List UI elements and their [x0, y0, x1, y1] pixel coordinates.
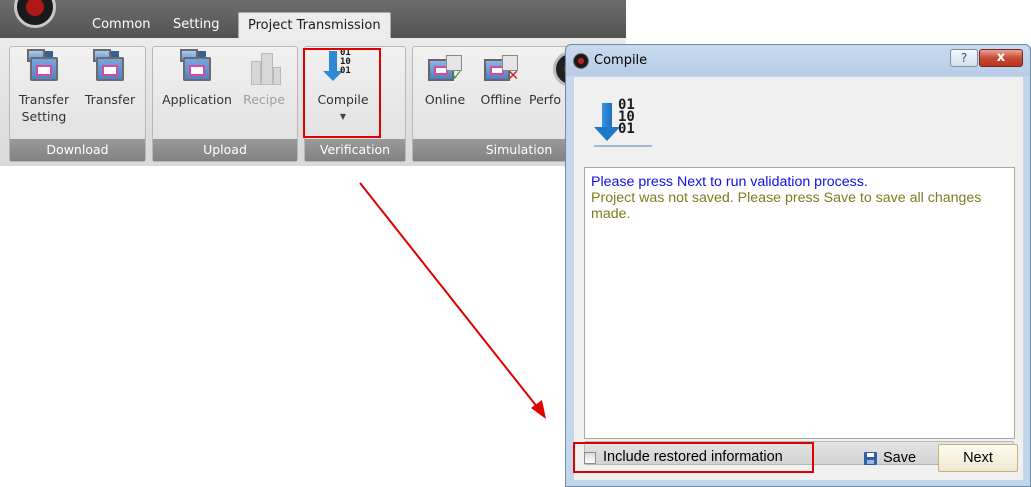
group-download-label: Download	[10, 139, 145, 161]
online-simulation-button[interactable]: ✓ Online	[419, 49, 471, 108]
dialog-client-area: 01 10 01 Please press Next to run valida…	[574, 77, 1023, 480]
transfer-label: Transfer	[84, 92, 136, 107]
compile-large-icon: 01 10 01	[594, 97, 654, 149]
online-label: Online	[424, 92, 466, 107]
include-restored-option[interactable]: Include restored information	[576, 445, 811, 473]
compile-icon-bits: 01 10 01	[340, 48, 351, 76]
recipe-label: Recipe	[243, 92, 285, 107]
transfer-setting-icon	[27, 49, 61, 85]
compile-label: Compile	[317, 92, 369, 107]
include-restored-checkbox[interactable]	[584, 452, 596, 464]
help-button[interactable]: ?	[950, 49, 978, 67]
compile-button[interactable]: 01 10 01 Compile ▼	[311, 49, 375, 122]
performance-label: Perfo	[529, 92, 561, 107]
group-verification: 01 10 01 Compile ▼ Verification	[304, 46, 406, 162]
offline-label: Offline	[480, 92, 522, 107]
include-restored-label[interactable]: Include restored information	[603, 449, 783, 465]
ribbon: Common Setting Project Transmission Tran…	[0, 0, 626, 166]
dialog-title-bar[interactable]: Compile ? x	[566, 45, 1030, 77]
compile-large-icon-bits: 01 10 01	[618, 97, 635, 137]
tab-common[interactable]: Common	[92, 12, 151, 39]
group-upload: Application Recipe Upload	[152, 46, 298, 162]
transfer-setting-button[interactable]: Transfer Setting	[16, 49, 72, 125]
transfer-icon	[93, 49, 127, 85]
message-box: Please press Next to run validation proc…	[584, 167, 1015, 439]
online-simulation-icon: ✓	[428, 49, 463, 85]
group-download: Transfer Setting Transfer Download	[9, 46, 146, 162]
compile-dialog: Compile ? x 01 10 01 Please press Next t…	[565, 44, 1031, 487]
compile-dropdown-arrow-icon[interactable]: ▼	[311, 112, 375, 122]
save-button[interactable]: Save	[853, 446, 923, 472]
tab-setting[interactable]: Setting	[173, 12, 220, 39]
group-verification-label: Verification	[305, 139, 405, 161]
recipe-icon	[247, 49, 281, 85]
compile-icon: 01 10 01	[323, 48, 360, 85]
group-upload-label: Upload	[153, 139, 297, 161]
application-button[interactable]: Application	[159, 49, 235, 108]
floppy-disk-icon	[864, 452, 877, 465]
app-icon	[574, 54, 588, 68]
close-button[interactable]: x	[979, 49, 1023, 67]
application-icon	[180, 49, 214, 85]
app-logo-icon[interactable]	[14, 0, 56, 28]
offline-simulation-button[interactable]: ✕ Offline	[475, 49, 527, 108]
message-not-saved-warning: Project was not saved. Please press Save…	[591, 190, 982, 222]
performance-button[interactable]: Perfo	[529, 91, 569, 108]
recipe-button[interactable]: Recipe	[239, 49, 289, 108]
next-button[interactable]: Next	[938, 444, 1018, 472]
application-label: Application	[162, 92, 232, 107]
tab-project-transmission[interactable]: Project Transmission	[238, 12, 391, 41]
dialog-title: Compile	[594, 53, 648, 68]
message-next-instruction: Please press Next to run validation proc…	[591, 174, 868, 190]
transfer-button[interactable]: Transfer	[82, 49, 138, 108]
transfer-setting-label: Transfer Setting	[18, 92, 70, 124]
save-label: Save	[883, 450, 917, 466]
offline-simulation-icon: ✕	[484, 49, 519, 85]
ribbon-panel: Transfer Setting Transfer Download Appli…	[0, 38, 626, 166]
